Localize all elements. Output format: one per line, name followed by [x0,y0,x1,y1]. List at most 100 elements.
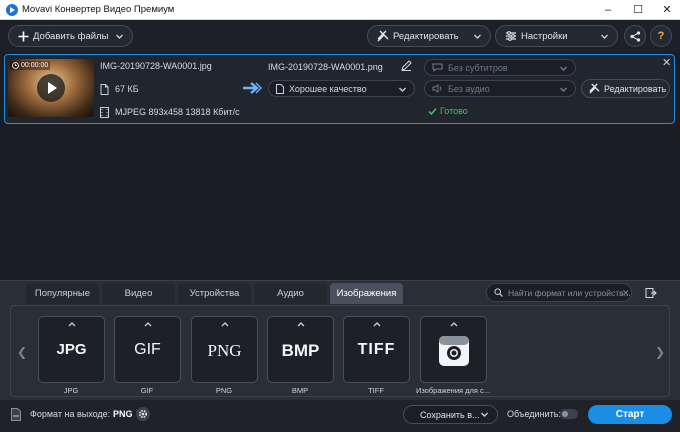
video-thumbnail[interactable]: 00:00:00 [8,59,94,117]
camera-icon [438,335,470,367]
settings-button[interactable]: Настройки [495,25,618,47]
speaker-icon [432,84,443,93]
tools-icon [589,83,600,94]
tiff-logo: TIFF [357,341,396,358]
check-icon [428,107,437,116]
tab-devices[interactable]: Устройства [178,283,251,304]
add-files-label: Добавить файлы [33,30,109,42]
movavi-logo-icon [6,4,18,16]
audio-select[interactable]: Без аудио [424,80,576,97]
thumbnail-duration: 00:00:00 [10,61,51,70]
tools-icon [377,30,389,42]
merge-label: Объединить: [507,409,561,419]
output-file-name: IMG-20190728-WA0001.png [268,62,383,72]
settings-label: Настройки [521,30,568,42]
subtitles-icon [432,63,443,72]
output-format-settings-button[interactable] [136,407,150,421]
chevron-up-icon [373,321,381,327]
clear-search-icon[interactable]: ✕ [622,288,630,299]
audio-value: Без аудио [448,83,490,94]
format-label-png: PNG [215,386,233,395]
pencil-icon[interactable] [401,60,412,71]
chevron-up-icon [221,321,229,327]
chevron-down-icon [480,410,489,419]
chevron-up-icon [68,321,76,327]
share-button[interactable] [624,25,646,47]
png-logo: PNG [207,341,242,360]
chevron-down-icon [398,85,407,94]
format-label-gif: GIF [140,386,154,395]
chevron-up-icon [144,321,152,327]
start-button[interactable]: Старт [588,405,672,424]
merge-toggle[interactable] [560,409,578,419]
jpg-logo: JPG [56,341,87,358]
edit-toolbar-label: Редактировать [393,30,459,42]
scroll-left-arrow[interactable]: ❮ [17,345,27,359]
subtitles-select[interactable]: Без субтитров [424,59,576,76]
plus-icon [18,31,29,42]
search-icon [494,288,503,297]
add-files-button[interactable]: Добавить файлы [8,25,133,47]
tab-images[interactable]: Изображения [330,283,403,304]
tab-popular[interactable]: Популярные [26,283,99,304]
gear-icon [138,409,148,419]
sliders-icon [505,30,517,42]
convert-arrow-icon [242,82,262,94]
subtitles-value: Без субтитров [448,62,508,73]
tab-video[interactable]: Видео [102,283,175,304]
edit-file-button[interactable]: Редактировать [581,79,670,98]
duration-text: 00:00:00 [21,62,49,69]
format-label-social-images: Изображения для с... [415,386,491,395]
format-card-tiff[interactable]: TIFF [343,316,410,383]
status-badge: Готово [428,106,468,116]
chevron-down-icon [559,64,568,73]
file-icon [276,83,284,94]
minimize-button[interactable]: – [593,0,623,20]
clock-icon [12,62,19,69]
close-window-button[interactable]: ✕ [652,0,680,20]
source-file-name: IMG-20190728-WA0001.jpg [100,61,212,71]
chevron-down-icon [115,32,124,41]
tab-audio[interactable]: Аудио [254,283,327,304]
format-label-tiff: TIFF [368,386,384,395]
quality-value: Хорошее качество [289,83,367,94]
output-format-value: PNG [113,409,133,419]
play-icon[interactable] [37,74,65,102]
format-card-gif[interactable]: GIF [114,316,181,383]
status-text: Готово [440,106,468,116]
chevron-up-icon [297,321,305,327]
maximize-button[interactable]: ☐ [623,0,653,20]
quality-select[interactable]: Хорошее качество [268,80,415,97]
remove-file-button[interactable]: ✕ [662,56,671,69]
formats-list [10,305,670,397]
source-file-size: 67 КБ [115,84,139,94]
film-icon [100,107,109,118]
device-detect-icon[interactable] [645,287,657,299]
chevron-down-icon [473,32,482,41]
source-file-info: MJPEG 893x458 13818 Кбит/с [115,107,240,117]
format-search-input[interactable]: Найти формат или устройств... [486,283,632,302]
format-card-jpg[interactable]: JPG [38,316,105,383]
gif-logo: GIF [134,341,161,358]
chevron-down-icon [600,32,609,41]
help-button[interactable]: ? [650,25,672,47]
format-label-bmp: BMP [291,386,309,395]
window-title: Movavi Конвертер Видео Премиум [22,4,175,15]
share-icon [629,30,641,42]
save-to-label: Сохранить в... [420,409,480,420]
output-format-file-icon [11,408,21,421]
chevron-up-icon [450,321,458,327]
file-icon [100,84,109,95]
search-placeholder: Найти формат или устройств... [508,287,631,298]
format-card-bmp[interactable]: BMP [267,316,334,383]
edit-file-label: Редактировать [604,83,667,94]
chevron-down-icon [559,85,568,94]
edit-toolbar-button[interactable]: Редактировать [367,25,491,47]
format-card-png[interactable]: PNG [191,316,258,383]
format-label-jpg: JPG [63,386,79,395]
save-to-button[interactable]: Сохранить в... [403,405,498,424]
bmp-logo: BMP [281,341,320,360]
output-format-label: Формат на выходе: [30,409,111,419]
scroll-right-arrow[interactable]: ❯ [655,345,665,359]
format-card-social-images[interactable] [420,316,487,383]
